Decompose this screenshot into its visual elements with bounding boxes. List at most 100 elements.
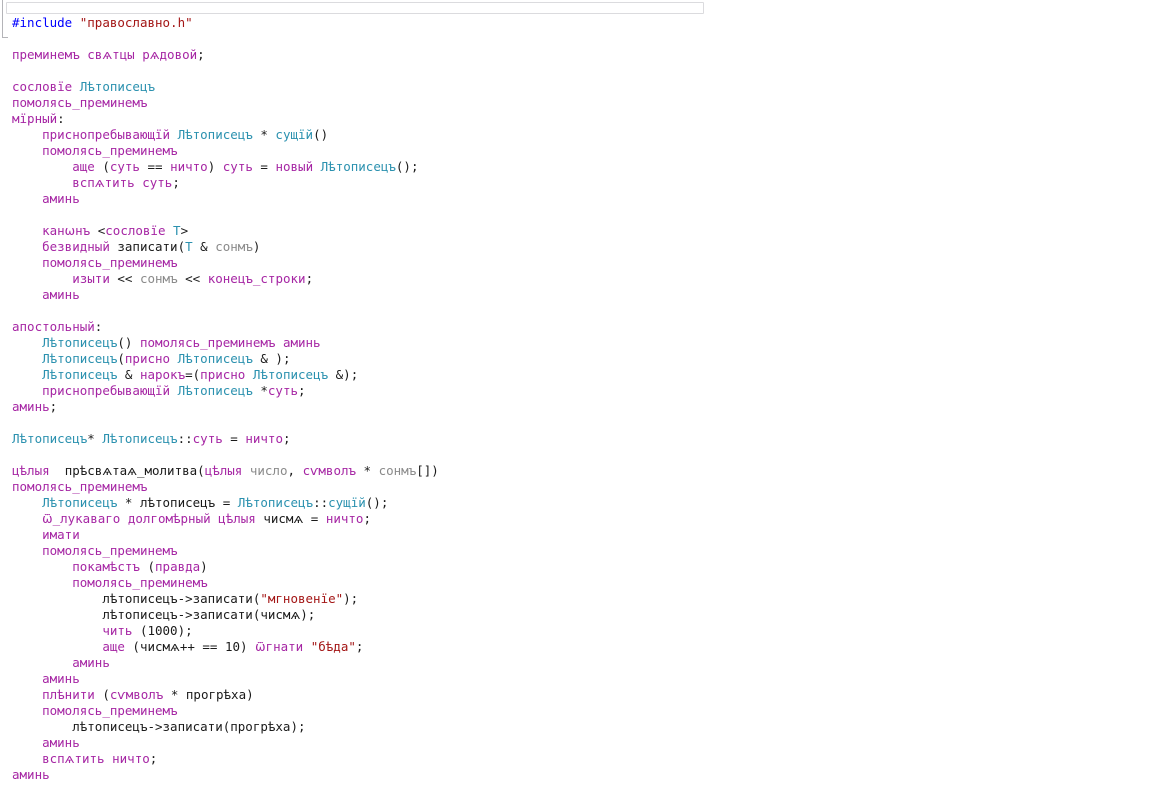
code-token: аще [102, 639, 125, 654]
code-token: << [110, 271, 140, 286]
code-token [12, 191, 42, 206]
code-token: :: [313, 495, 328, 510]
code-token: * [356, 463, 379, 478]
code-line: лѣтописецъ->записати(чисмѧ); [12, 607, 1152, 623]
code-token [12, 287, 42, 302]
code-line: аще (чисмѧ++ == 10) ѿгнати "бѣда"; [12, 639, 1152, 655]
code-line: Лѣтописецъ* Лѣтописецъ::суть = ничто; [12, 431, 1152, 447]
code-token: & [117, 367, 140, 382]
code-token: вспѧтить [72, 175, 134, 190]
code-token: (); [396, 159, 419, 174]
code-token [12, 511, 42, 526]
code-line: помолясь_преминемъ [12, 479, 1152, 495]
code-token [12, 495, 42, 510]
code-line: помолясь_преминемъ [12, 575, 1152, 591]
code-line: имати [12, 527, 1152, 543]
code-line: преминемъ свѧтцы рѧдовой; [12, 47, 1152, 63]
code-token: Лѣтописецъ [80, 79, 155, 94]
code-token: Лѣтописецъ [178, 351, 253, 366]
code-token: > [181, 223, 189, 238]
code-token: чисмѧ = [256, 511, 326, 526]
code-line: чить (1000); [12, 623, 1152, 639]
code-token: ничто [245, 431, 283, 446]
code-token: цѣлыя [205, 463, 243, 478]
code-token: суть [110, 159, 140, 174]
code-token: * [87, 431, 102, 446]
code-line: вспѧтить суть; [12, 175, 1152, 191]
code-token: аминь [42, 735, 80, 750]
code-line: Лѣтописецъ(присно Лѣтописецъ & ); [12, 351, 1152, 367]
code-line: помолясь_преминемъ [12, 255, 1152, 271]
code-token: ; [197, 47, 205, 62]
code-token: изыти [72, 271, 110, 286]
code-token: покамѣстъ [72, 559, 140, 574]
code-token: помолясь_преминемъ [12, 479, 147, 494]
code-token [12, 703, 42, 718]
code-token: = [223, 431, 246, 446]
code-token: ( [140, 559, 155, 574]
code-token: Лѣтописецъ [178, 383, 253, 398]
code-token [12, 735, 42, 750]
code-line: безвидный записати(T & сонмъ) [12, 239, 1152, 255]
code-line: аминь [12, 735, 1152, 751]
pane-corner-border [2, 0, 3, 37]
code-token: долгомѣрный [128, 511, 211, 526]
code-token [170, 383, 178, 398]
horizontal-scrollbar[interactable] [6, 2, 704, 14]
code-token: аминь [283, 335, 321, 350]
code-line: помолясь_преминемъ [12, 143, 1152, 159]
code-token [12, 623, 102, 638]
code-token: & ); [253, 351, 291, 366]
code-token: сословїе [105, 223, 165, 238]
code-token: "бѣда" [311, 639, 356, 654]
code-token: чить [102, 623, 132, 638]
code-token: присно [200, 367, 245, 382]
code-editor[interactable]: #include "православно.h" преминемъ свѧтц… [12, 15, 1152, 783]
code-token: T [185, 239, 193, 254]
code-token [12, 383, 42, 398]
code-line: сословїе Лѣтописецъ [12, 79, 1152, 95]
code-line: помолясь_преминемъ [12, 543, 1152, 559]
code-token: нарокъ [140, 367, 185, 382]
code-token: () [313, 127, 328, 142]
code-token: << [178, 271, 208, 286]
code-token [12, 655, 72, 670]
code-token: сущїй [275, 127, 313, 142]
code-token [12, 335, 42, 350]
code-token: аминь [72, 655, 110, 670]
code-token [12, 527, 42, 542]
code-token [12, 719, 72, 734]
code-token [275, 335, 283, 350]
code-token [12, 255, 42, 270]
code-line: канѡнъ <сословїе T> [12, 223, 1152, 239]
code-token [120, 511, 128, 526]
code-token [242, 463, 250, 478]
code-line: аминь [12, 671, 1152, 687]
code-line: Лѣтописецъ * лѣтописецъ = Лѣтописецъ::су… [12, 495, 1152, 511]
code-token: ; [283, 431, 291, 446]
code-token: T [173, 223, 181, 238]
code-line: аминь [12, 287, 1152, 303]
code-token [12, 559, 72, 574]
code-token: Лѣтописецъ [42, 335, 117, 350]
code-token: : [95, 319, 103, 334]
code-token: записати( [110, 239, 185, 254]
code-line: лѣтописецъ->записати("мгновенїе"); [12, 591, 1152, 607]
code-token: &); [328, 367, 358, 382]
code-token: (1000); [132, 623, 192, 638]
code-token: Лѣтописецъ [253, 367, 328, 382]
code-token: "мгновенїе" [260, 591, 343, 606]
code-token: рѧдовой [142, 47, 197, 62]
code-token: сонмъ [215, 239, 253, 254]
code-token: =( [185, 367, 200, 382]
code-token [12, 687, 42, 702]
code-line: аминь [12, 191, 1152, 207]
code-line: плѣнити (сѵмволъ * прогрѣха) [12, 687, 1152, 703]
code-token: ; [172, 175, 180, 190]
code-token [12, 543, 42, 558]
code-token [12, 351, 42, 366]
code-token: присно [125, 351, 170, 366]
code-token [72, 15, 80, 30]
code-token: число [250, 463, 288, 478]
code-token: сѵмволъ [303, 463, 356, 478]
